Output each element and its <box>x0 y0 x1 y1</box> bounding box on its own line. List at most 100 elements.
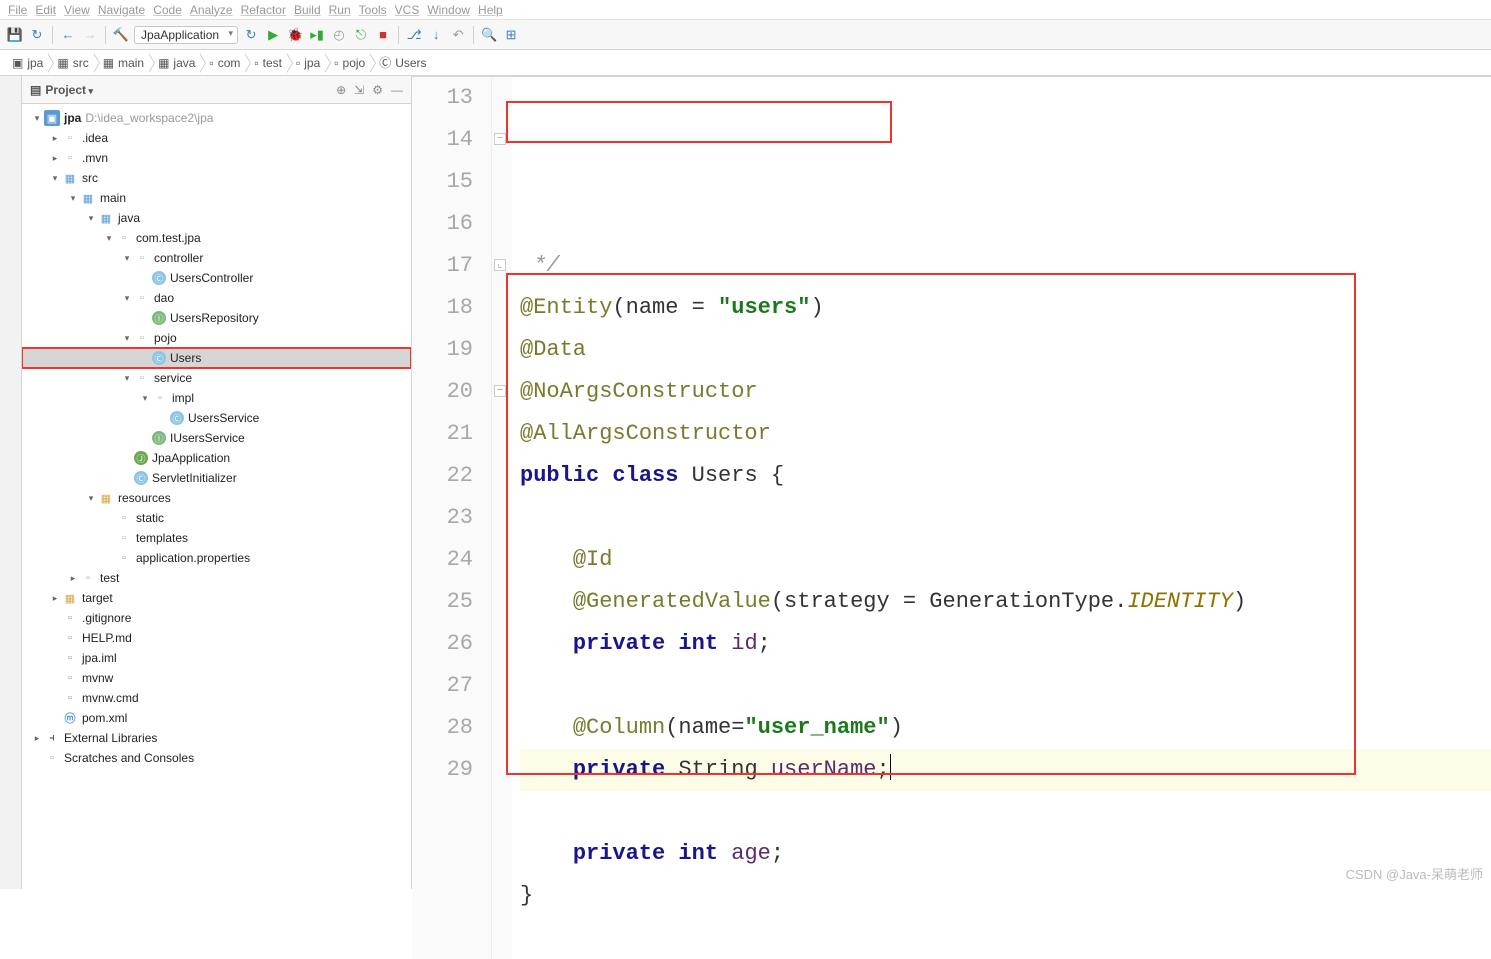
structure-icon[interactable]: ⊞ <box>502 26 520 44</box>
line-numbers: 1314151617181920212223242526272829 <box>412 77 492 959</box>
tree-node-usersservice[interactable]: ⒸUsersService <box>22 408 411 428</box>
save-icon[interactable] <box>6 26 24 44</box>
crumb-jpa[interactable]: ▫jpa <box>288 54 326 72</box>
debug-icon[interactable] <box>286 26 304 44</box>
menu-analyze[interactable]: Analyze <box>190 3 233 17</box>
res-icon: ▦ <box>62 590 78 606</box>
code-line-14[interactable]: @Entity(name = "users") <box>520 287 1491 329</box>
tree-node-com-test-jpa[interactable]: ▫com.test.jpa <box>22 228 411 248</box>
code-line-23[interactable] <box>520 665 1491 707</box>
tree-node-test[interactable]: ▫test <box>22 568 411 588</box>
attach-icon[interactable]: ⎋ <box>352 26 370 44</box>
tree-node-external-libraries[interactable]: ⫞External Libraries <box>22 728 411 748</box>
code-line-15[interactable]: @Data <box>520 329 1491 371</box>
tree-node-usersrepository[interactable]: ⒾUsersRepository <box>22 308 411 328</box>
crumb-src[interactable]: ▦src <box>49 54 94 72</box>
project-pane-title[interactable]: Project <box>45 83 93 97</box>
forward-icon[interactable] <box>81 26 99 44</box>
crumb-test[interactable]: ▫test <box>246 54 288 72</box>
stop-icon[interactable] <box>374 26 392 44</box>
expand-all-icon[interactable]: ⇲ <box>354 83 364 97</box>
tree-node-pojo[interactable]: ▫pojo <box>22 328 411 348</box>
crumb-jpa[interactable]: ▣jpa <box>4 54 49 72</box>
crumb-users[interactable]: ⒸUsers <box>371 52 432 73</box>
tree-node-mvnw-cmd[interactable]: ▫mvnw.cmd <box>22 688 411 708</box>
code-editor[interactable]: 1314151617181920212223242526272829 −⌞− *… <box>412 77 1491 959</box>
code-line-29[interactable] <box>520 917 1491 959</box>
code-line-22[interactable]: private int id; <box>520 623 1491 665</box>
crumb-main[interactable]: ▦main <box>95 54 150 72</box>
code-line-24[interactable]: @Column(name="user_name") <box>520 707 1491 749</box>
code-line-26[interactable] <box>520 791 1491 833</box>
tree-node-src[interactable]: ▦src <box>22 168 411 188</box>
run-icon[interactable] <box>264 26 282 44</box>
menu-edit[interactable]: Edit <box>35 3 56 17</box>
fold-gutter[interactable]: −⌞− <box>492 77 512 959</box>
tree-node-templates[interactable]: ▫templates <box>22 528 411 548</box>
crumb-pojo[interactable]: ▫pojo <box>326 54 371 72</box>
menu-refactor[interactable]: Refactor <box>241 3 286 17</box>
tree-node-pom-xml[interactable]: ⓜpom.xml <box>22 708 411 728</box>
code-line-17[interactable]: @AllArgsConstructor <box>520 413 1491 455</box>
history-icon[interactable]: ↶ <box>449 26 467 44</box>
tree-node-jpaapplication[interactable]: ⒿJpaApplication <box>22 448 411 468</box>
tree-node-mvnw[interactable]: ▫mvnw <box>22 668 411 688</box>
hide-icon[interactable]: — <box>391 83 403 97</box>
dir-icon: ▫ <box>116 510 132 526</box>
tree-node-dao[interactable]: ▫dao <box>22 288 411 308</box>
tree-node-static[interactable]: ▫static <box>22 508 411 528</box>
tree-node-userscontroller[interactable]: ⒸUsersController <box>22 268 411 288</box>
build-icon[interactable] <box>112 26 130 44</box>
tree-node-help-md[interactable]: ▫HELP.md <box>22 628 411 648</box>
code-line-18[interactable]: public class Users { <box>520 455 1491 497</box>
tree-node-java[interactable]: ▦java <box>22 208 411 228</box>
tree-node-target[interactable]: ▦target <box>22 588 411 608</box>
refresh-icon[interactable] <box>28 26 46 44</box>
menu-build[interactable]: Build <box>294 3 321 17</box>
run-config-dropdown[interactable]: JpaApplication <box>134 26 238 44</box>
tree-node-main[interactable]: ▦main <box>22 188 411 208</box>
code-content[interactable]: */@Entity(name = "users")@Data@NoArgsCon… <box>512 77 1491 959</box>
tree-node-scratches-and-consoles[interactable]: ▫Scratches and Consoles <box>22 748 411 768</box>
tree-node-service[interactable]: ▫service <box>22 368 411 388</box>
vcs-icon[interactable]: ⎇ <box>405 26 423 44</box>
code-line-13[interactable]: */ <box>520 245 1491 287</box>
code-line-16[interactable]: @NoArgsConstructor <box>520 371 1491 413</box>
profile-icon[interactable]: ◴ <box>330 26 348 44</box>
tree-node--idea[interactable]: ▫.idea <box>22 128 411 148</box>
project-tree[interactable]: ▣jpaD:\idea_workspace2\jpa▫.idea▫.mvn▦sr… <box>22 104 411 889</box>
crumb-java[interactable]: ▦java <box>150 54 201 72</box>
tree-node-jpa-iml[interactable]: ▫jpa.iml <box>22 648 411 668</box>
tree-node-resources[interactable]: ▦resources <box>22 488 411 508</box>
update-icon[interactable]: ↓ <box>427 26 445 44</box>
menu-view[interactable]: View <box>64 3 90 17</box>
tree-node-iusersservice[interactable]: ⒾIUsersService <box>22 428 411 448</box>
menu-help[interactable]: Help <box>478 3 503 17</box>
menu-run[interactable]: Run <box>329 3 351 17</box>
settings-icon[interactable] <box>372 83 383 97</box>
tree-node--gitignore[interactable]: ▫.gitignore <box>22 608 411 628</box>
menu-window[interactable]: Window <box>427 3 470 17</box>
code-line-25[interactable]: private String userName; <box>520 749 1491 791</box>
tree-node--mvn[interactable]: ▫.mvn <box>22 148 411 168</box>
search-icon[interactable] <box>480 26 498 44</box>
tree-node-controller[interactable]: ▫controller <box>22 248 411 268</box>
back-icon[interactable] <box>59 26 77 44</box>
menu-code[interactable]: Code <box>153 3 182 17</box>
coverage-icon[interactable]: ▸▮ <box>308 26 326 44</box>
menu-file[interactable]: File <box>8 3 27 17</box>
rerun-icon[interactable] <box>242 26 260 44</box>
tree-node-application-properties[interactable]: ▫application.properties <box>22 548 411 568</box>
menu-navigate[interactable]: Navigate <box>98 3 145 17</box>
code-line-19[interactable] <box>520 497 1491 539</box>
tree-node-impl[interactable]: ▫impl <box>22 388 411 408</box>
tree-node-servletinitializer[interactable]: ⒸServletInitializer <box>22 468 411 488</box>
tree-node-jpa[interactable]: ▣jpaD:\idea_workspace2\jpa <box>22 108 411 128</box>
menu-vcs[interactable]: VCS <box>395 3 420 17</box>
tree-node-users[interactable]: ⒸUsers <box>22 348 411 368</box>
code-line-20[interactable]: @Id <box>520 539 1491 581</box>
code-line-21[interactable]: @GeneratedValue(strategy = GenerationTyp… <box>520 581 1491 623</box>
crumb-com[interactable]: ▫com <box>201 54 246 72</box>
menu-tools[interactable]: Tools <box>359 3 387 17</box>
select-opened-icon[interactable] <box>336 83 346 97</box>
